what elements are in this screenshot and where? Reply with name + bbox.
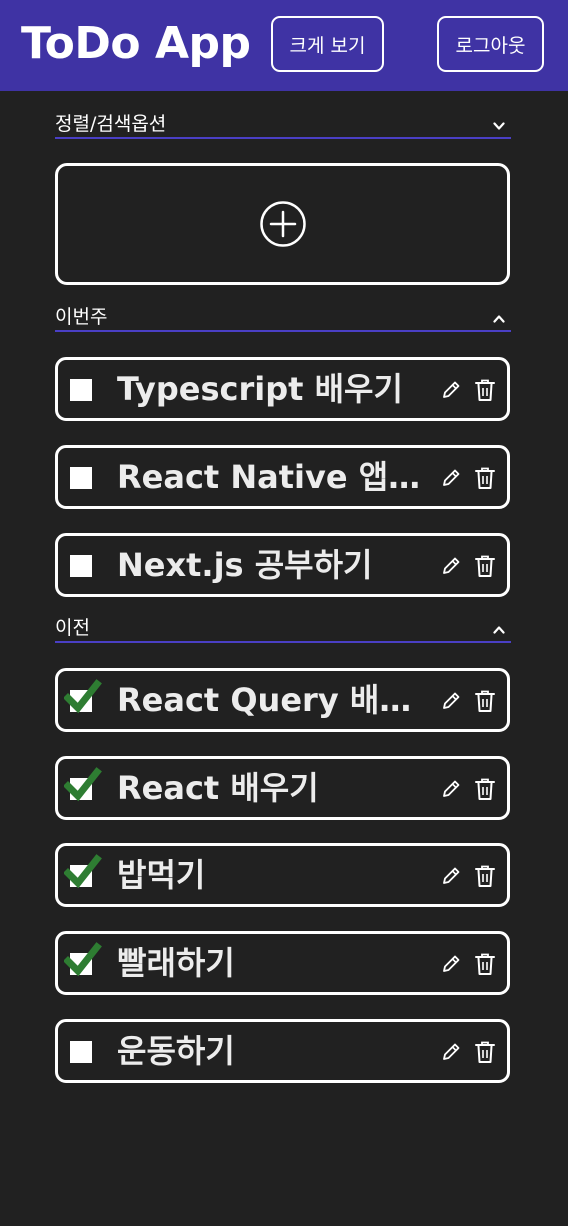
trash-icon[interactable] <box>474 777 496 801</box>
trash-icon[interactable] <box>474 864 496 888</box>
todo-text: React Native 앱 만들기 <box>117 458 422 496</box>
trash-icon[interactable] <box>474 1040 496 1064</box>
pencil-icon[interactable] <box>440 953 462 975</box>
pencil-icon[interactable] <box>440 555 462 577</box>
section-header[interactable]: 이번주 <box>55 306 511 332</box>
pencil-icon[interactable] <box>440 865 462 887</box>
checkmark-icon <box>64 679 102 714</box>
app-title: ToDo App <box>21 18 251 69</box>
todo-item: 운동하기 <box>55 1019 510 1083</box>
chevron-up-icon <box>493 626 505 634</box>
app-header: ToDo App 크게 보기 로그아웃 <box>0 0 568 91</box>
pencil-icon[interactable] <box>440 778 462 800</box>
todo-item: 밥먹기 <box>55 843 510 907</box>
section-label: 이번주 <box>55 306 108 328</box>
trash-icon[interactable] <box>474 689 496 713</box>
todo-text: 운동하기 <box>117 1032 235 1070</box>
sort-search-options-label: 정렬/검색옵션 <box>55 113 167 135</box>
todo-item: React 배우기 <box>55 756 510 820</box>
chevron-up-icon <box>493 315 505 323</box>
pencil-icon[interactable] <box>440 1041 462 1063</box>
trash-icon[interactable] <box>474 466 496 490</box>
todo-checkbox[interactable] <box>70 555 92 577</box>
trash-icon[interactable] <box>474 554 496 578</box>
todo-text: 빨래하기 <box>117 944 235 982</box>
todo-text: Next.js 공부하기 <box>117 546 373 584</box>
pencil-icon[interactable] <box>440 467 462 489</box>
add-todo-button[interactable] <box>55 163 510 285</box>
checkmark-icon <box>64 854 102 889</box>
view-large-button[interactable]: 크게 보기 <box>271 16 384 72</box>
plus-circle-icon <box>259 201 306 247</box>
todo-item: Typescript 배우기 <box>55 357 510 421</box>
todo-item: React Query 배우기 <box>55 668 510 732</box>
todo-item: Next.js 공부하기 <box>55 533 510 597</box>
todo-checkbox[interactable] <box>70 467 92 489</box>
todo-text: React Query 배우기 <box>117 681 422 719</box>
todo-checkbox[interactable] <box>70 1041 92 1063</box>
todo-checkbox[interactable] <box>70 379 92 401</box>
chevron-down-icon <box>493 122 505 130</box>
todo-item: React Native 앱 만들기 <box>55 445 510 509</box>
todo-text: React 배우기 <box>117 769 319 807</box>
pencil-icon[interactable] <box>440 690 462 712</box>
todo-text: 밥먹기 <box>117 856 206 894</box>
sort-search-options-toggle[interactable]: 정렬/검색옵션 <box>55 113 511 139</box>
section-header[interactable]: 이전 <box>55 617 511 643</box>
logout-button[interactable]: 로그아웃 <box>437 16 544 72</box>
checkmark-icon <box>64 942 102 977</box>
trash-icon[interactable] <box>474 378 496 402</box>
checkmark-icon <box>64 767 102 802</box>
todo-item: 빨래하기 <box>55 931 510 995</box>
pencil-icon[interactable] <box>440 379 462 401</box>
trash-icon[interactable] <box>474 952 496 976</box>
todo-text: Typescript 배우기 <box>117 370 403 408</box>
section-label: 이전 <box>55 617 90 639</box>
